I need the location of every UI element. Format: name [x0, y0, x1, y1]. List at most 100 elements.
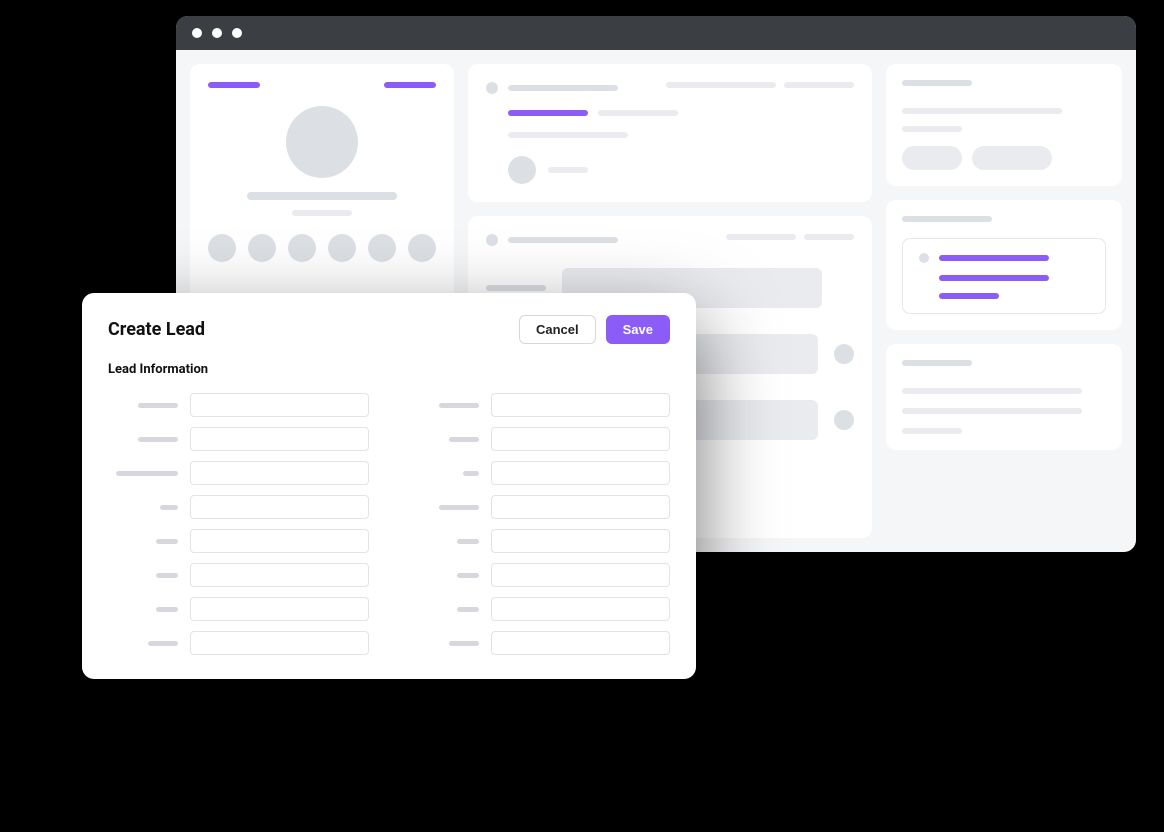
form-row — [409, 461, 670, 485]
details-line-3 — [902, 428, 962, 434]
sidebar-action-left[interactable] — [208, 82, 260, 88]
form-field-input[interactable] — [190, 427, 369, 451]
form-field-input[interactable] — [491, 427, 670, 451]
details-card — [886, 344, 1122, 450]
form-field-input[interactable] — [190, 563, 369, 587]
avatar — [286, 106, 358, 178]
form-field-label — [409, 539, 479, 544]
form-field-label — [108, 641, 178, 646]
form-row — [409, 529, 670, 553]
create-lead-modal: Create Lead Cancel Save Lead Information — [82, 293, 696, 679]
card2-meta-2 — [804, 234, 854, 240]
block-status-dot — [834, 410, 854, 430]
form-field-label — [409, 607, 479, 612]
form-row — [409, 631, 670, 655]
form-field-label — [409, 573, 479, 578]
link-line-1[interactable] — [939, 255, 1049, 261]
form-field-label — [108, 437, 178, 442]
form-field-label — [108, 607, 178, 612]
profile-subtitle-placeholder — [292, 210, 352, 216]
profile-action-3[interactable] — [288, 234, 316, 262]
form-row — [108, 597, 369, 621]
chip-1[interactable] — [902, 146, 962, 170]
form-row — [108, 563, 369, 587]
section-label: Lead Information — [108, 362, 670, 377]
form-row — [108, 461, 369, 485]
form-row — [108, 631, 369, 655]
card2-title-line — [508, 237, 618, 243]
form-row — [108, 427, 369, 451]
form-field-input[interactable] — [491, 393, 670, 417]
window-control-close[interactable] — [192, 28, 202, 38]
modal-title: Create Lead — [108, 319, 205, 340]
details-line-2 — [902, 408, 1082, 414]
form-field-label — [108, 539, 178, 544]
text-frag-1 — [598, 110, 678, 116]
mini-avatar-label — [548, 167, 588, 173]
form-column-right — [409, 393, 670, 655]
form-column-left — [108, 393, 369, 655]
form-field-label — [108, 403, 178, 408]
form-field-label — [108, 471, 178, 476]
form-row — [409, 427, 670, 451]
form-field-input[interactable] — [491, 529, 670, 553]
form-field-input[interactable] — [491, 495, 670, 519]
form-field-label — [409, 471, 479, 476]
profile-action-4[interactable] — [328, 234, 356, 262]
form-field-label — [409, 505, 479, 510]
link-line-2[interactable] — [939, 275, 1049, 281]
form-row — [409, 563, 670, 587]
block-status-dot — [834, 344, 854, 364]
profile-action-6[interactable] — [408, 234, 436, 262]
form-row — [409, 393, 670, 417]
form-field-label — [108, 573, 178, 578]
profile-action-5[interactable] — [368, 234, 396, 262]
sidebar-action-right[interactable] — [384, 82, 436, 88]
cancel-button[interactable]: Cancel — [519, 315, 596, 344]
details-line-1 — [902, 388, 1082, 394]
summary-title — [902, 80, 972, 86]
profile-action-2[interactable] — [248, 234, 276, 262]
form-field-label — [108, 505, 178, 510]
links-box — [902, 238, 1106, 314]
link-line-3[interactable] — [939, 293, 999, 299]
links-title — [902, 216, 992, 222]
lead-form — [108, 393, 670, 655]
links-card — [886, 200, 1122, 330]
form-field-input[interactable] — [491, 597, 670, 621]
profile-action-1[interactable] — [208, 234, 236, 262]
window-titlebar — [176, 16, 1136, 50]
form-field-input[interactable] — [491, 563, 670, 587]
bullet-icon — [486, 82, 498, 94]
profile-name-placeholder — [247, 192, 397, 200]
form-row — [108, 495, 369, 519]
form-field-input[interactable] — [491, 631, 670, 655]
text-frag-2 — [508, 132, 628, 138]
block-label — [486, 285, 546, 291]
form-field-input[interactable] — [190, 529, 369, 553]
form-field-input[interactable] — [491, 461, 670, 485]
activity-card — [468, 64, 872, 202]
modal-header: Create Lead Cancel Save — [108, 315, 670, 344]
form-row — [108, 393, 369, 417]
form-field-input[interactable] — [190, 495, 369, 519]
save-button[interactable]: Save — [606, 315, 670, 344]
right-column — [886, 50, 1136, 552]
window-control-minimize[interactable] — [212, 28, 222, 38]
summary-line-2 — [902, 126, 962, 132]
card-title-line — [508, 85, 618, 91]
card-meta-1 — [666, 82, 776, 88]
window-control-maximize[interactable] — [232, 28, 242, 38]
mini-avatar — [508, 156, 536, 184]
form-field-input[interactable] — [190, 393, 369, 417]
form-field-input[interactable] — [190, 461, 369, 485]
form-field-input[interactable] — [190, 631, 369, 655]
summary-line-1 — [902, 108, 1062, 114]
form-field-label — [409, 403, 479, 408]
bullet-icon — [486, 234, 498, 246]
card2-meta-1 — [726, 234, 796, 240]
chip-2[interactable] — [972, 146, 1052, 170]
form-row — [108, 529, 369, 553]
form-field-input[interactable] — [190, 597, 369, 621]
highlight-link[interactable] — [508, 110, 588, 116]
